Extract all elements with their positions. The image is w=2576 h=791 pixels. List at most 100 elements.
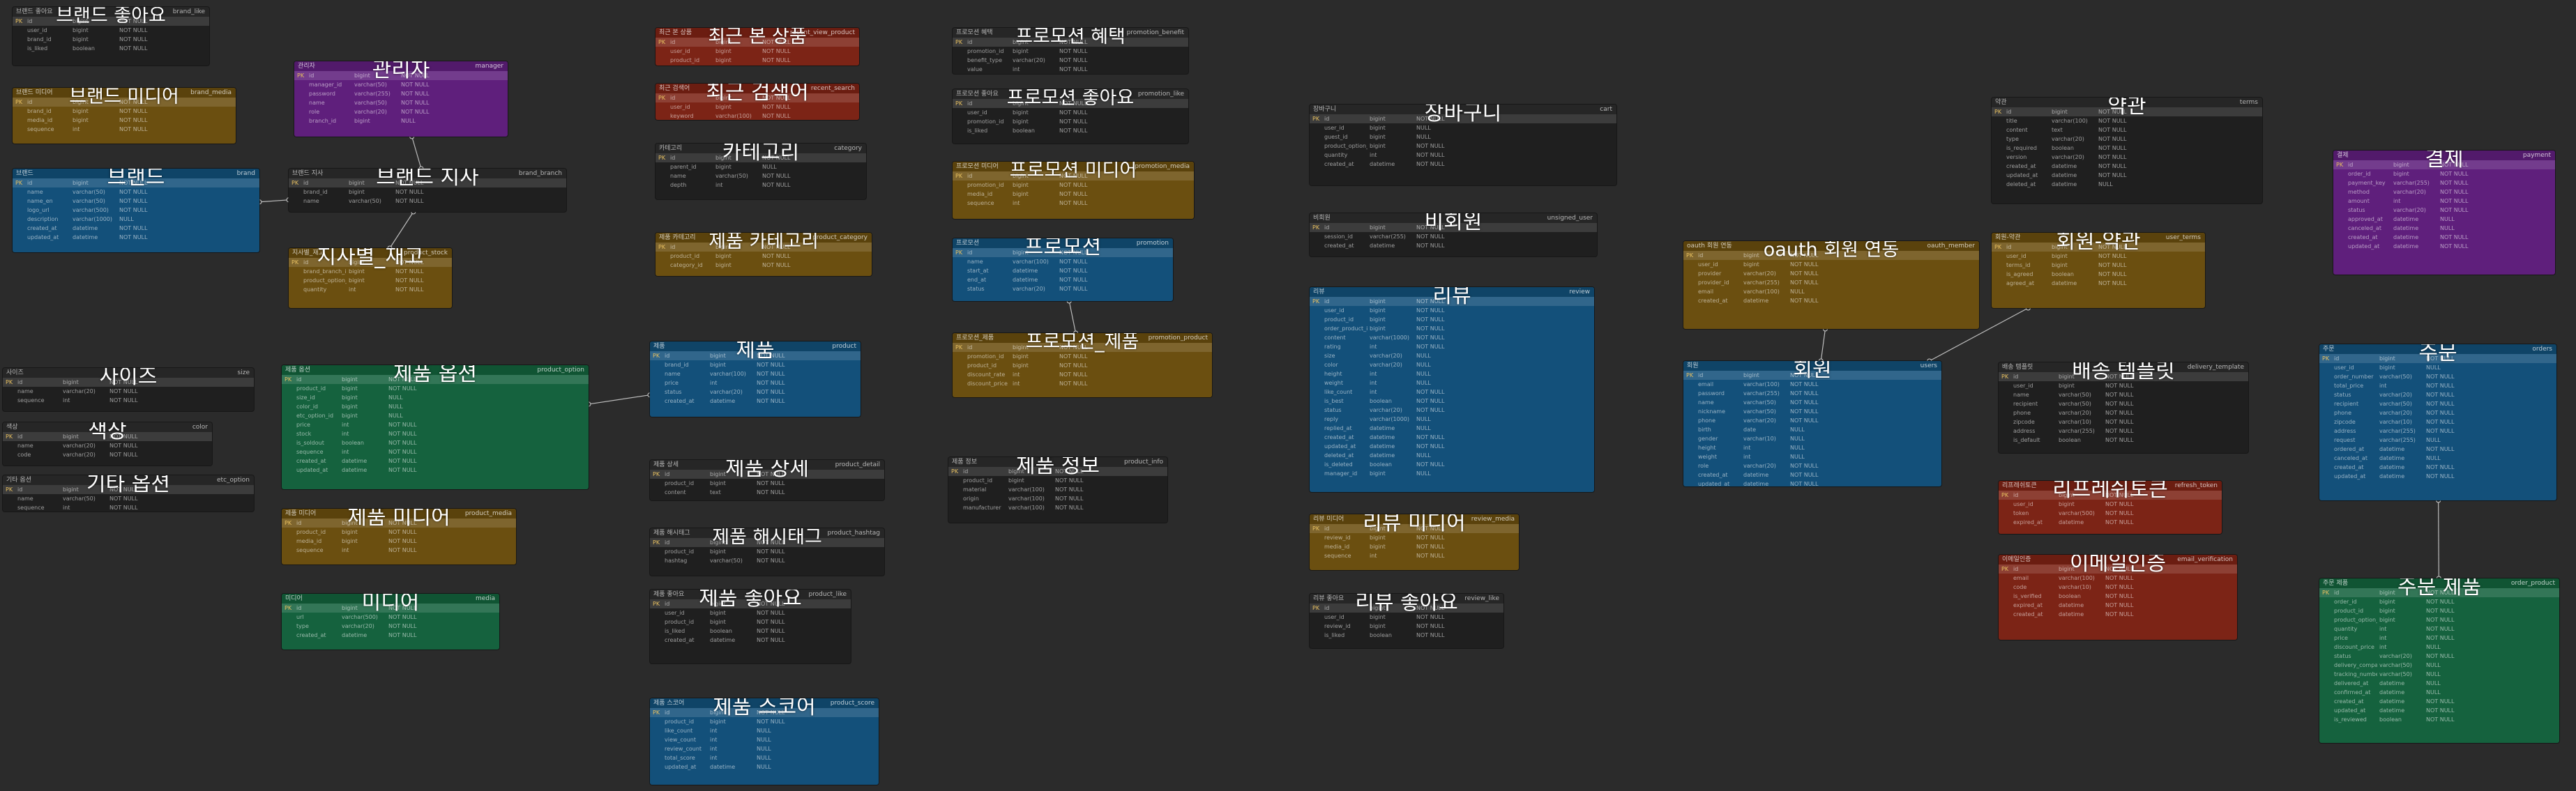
table-row[interactable]: brand_id bigint NOT NULL bbox=[13, 107, 236, 116]
table-row[interactable]: order_id bigint NOT NULL bbox=[2333, 169, 2555, 178]
table-row[interactable]: created_at datetime NOT NULL bbox=[1310, 241, 1597, 250]
table-row[interactable]: review_id bigint NOT NULL bbox=[1310, 533, 1519, 542]
table-row[interactable]: PK id bigint NOT NULL bbox=[3, 378, 254, 387]
table-header[interactable]: 프로모션_제품 promotion_product bbox=[953, 333, 1212, 343]
table-row[interactable]: updated_at datetime NOT NULL bbox=[2319, 706, 2559, 715]
table-row[interactable]: PK id bigint NOT NULL bbox=[1310, 524, 1519, 533]
table-row[interactable]: product_id bigint NOT NULL bbox=[650, 617, 851, 627]
table-row[interactable]: status varchar(20) NOT NULL bbox=[1310, 406, 1594, 415]
table-row[interactable]: address varchar(255) NOT NULL bbox=[2319, 427, 2556, 436]
table-row[interactable]: PK id bigint NOT NULL bbox=[282, 604, 499, 613]
table-row[interactable]: user_id bigint NOT NULL bbox=[1310, 306, 1594, 315]
table-row[interactable]: user_id bigint NOT NULL bbox=[656, 102, 859, 112]
table-row[interactable]: user_id bigint NOT NULL bbox=[1310, 613, 1503, 622]
table-row[interactable]: expired_at datetime NOT NULL bbox=[1999, 518, 2222, 527]
table-row[interactable]: price int NOT NULL bbox=[282, 420, 589, 429]
table-row[interactable]: title varchar(100) NOT NULL bbox=[1992, 116, 2262, 125]
table-row[interactable]: size varchar(20) NULL bbox=[1310, 351, 1594, 360]
table-row[interactable]: created_at datetime NOT NULL bbox=[13, 224, 259, 233]
table-row[interactable]: depth int NOT NULL bbox=[656, 181, 866, 190]
table-row[interactable]: address varchar(255) NOT NULL bbox=[1999, 427, 2248, 436]
table-row[interactable]: updated_at datetime NOT NULL bbox=[13, 233, 259, 242]
table-row[interactable]: discount_price int NOT NULL bbox=[953, 379, 1212, 388]
table-header[interactable]: 제품 좋아요 product_like bbox=[650, 590, 851, 599]
table-refresh-token[interactable]: 리프레쉬토큰 refresh_token PK id bigint NOT NULL use… bbox=[1999, 481, 2222, 534]
table-row[interactable]: material varchar(100) NOT NULL bbox=[948, 485, 1167, 494]
table-row[interactable]: tracking_number varchar(50) NULL bbox=[2319, 670, 2559, 679]
table-row[interactable]: phone varchar(20) NOT NULL bbox=[1683, 416, 1941, 425]
table-brand-media[interactable]: 브랜드 미디어 brand_media PK id bigint NOT NULL bran… bbox=[13, 88, 236, 144]
table-row[interactable]: product_id bigint NOT NULL bbox=[656, 56, 859, 65]
table-row[interactable]: sequence int NOT NULL bbox=[1310, 551, 1519, 560]
table-row[interactable]: PK id bigint NOT NULL bbox=[656, 93, 859, 102]
table-row[interactable]: created_at datetime NOT NULL bbox=[650, 397, 861, 406]
table-row[interactable]: order_product_id bigint NOT NULL bbox=[1310, 324, 1594, 333]
table-row[interactable]: delivery_companyvarchar(50) NULL bbox=[2319, 661, 2559, 670]
table-row[interactable]: total_score int NULL bbox=[650, 753, 879, 762]
table-row[interactable]: user_id bigint NULL bbox=[1310, 123, 1616, 132]
table-row[interactable]: parent_id bigint NULL bbox=[656, 162, 866, 171]
table-row[interactable]: brand_branch_id bigint NOT NULL bbox=[289, 267, 452, 276]
table-row[interactable]: agreed_at datetime NOT NULL bbox=[1992, 279, 2205, 288]
table-row[interactable]: created_at datetime NOT NULL bbox=[2319, 697, 2559, 706]
table-row[interactable]: updated_at datetime NULL bbox=[650, 762, 879, 771]
table-row[interactable]: gender varchar(10) NULL bbox=[1683, 434, 1941, 443]
table-size[interactable]: 사이즈 size PK id bigint NOT NULL name varchar(20)… bbox=[3, 368, 254, 411]
table-row[interactable]: PK id bigint NOT NULL bbox=[294, 71, 508, 80]
table-orders[interactable]: 주문 orders PK id bigint NOT NULL user_id bigint N… bbox=[2319, 344, 2556, 500]
table-row[interactable]: is_soldout boolean NOT NULL bbox=[282, 438, 589, 447]
table-row[interactable]: PK id bigint NOT NULL bbox=[289, 178, 566, 187]
table-product-like[interactable]: 제품 좋아요 product_like PK id bigint NOT NULL user… bbox=[650, 590, 851, 663]
table-header[interactable]: 제품 해시태그 product_hashtag bbox=[650, 528, 884, 538]
table-row[interactable]: role varchar(20) NOT NULL bbox=[294, 107, 508, 116]
table-row[interactable]: is_liked boolean NOT NULL bbox=[13, 44, 209, 53]
table-row[interactable]: quantity int NOT NULL bbox=[2319, 624, 2559, 633]
table-row[interactable]: PK id bigint NOT NULL bbox=[953, 171, 1194, 181]
table-row[interactable]: phone varchar(20) NOT NULL bbox=[2319, 408, 2556, 417]
table-row[interactable]: ordered_at datetime NOT NULL bbox=[2319, 445, 2556, 454]
table-oauth-member[interactable]: oauth 회원 연동 oauth_member PK id bigint NOT NUL… bbox=[1683, 241, 1979, 329]
table-row[interactable]: hashtag varchar(50) NOT NULL bbox=[650, 556, 884, 565]
table-row[interactable]: category_id bigint NOT NULL bbox=[656, 261, 872, 270]
table-row[interactable]: name varchar(100) NOT NULL bbox=[953, 257, 1173, 266]
table-row[interactable]: created_at datetime NOT NULL bbox=[1310, 433, 1594, 442]
table-header[interactable]: 기타 옵션 etc_option bbox=[3, 475, 254, 485]
table-row[interactable]: password varchar(255) NOT NULL bbox=[1683, 389, 1941, 398]
table-user-terms[interactable]: 회원-약관 user_terms PK id bigint NOT NULL user_id… bbox=[1992, 233, 2205, 308]
table-row[interactable]: created_at datetime NOT NULL bbox=[2319, 463, 2556, 472]
table-row[interactable]: PK id bigint NOT NULL bbox=[13, 98, 236, 107]
table-product-media[interactable]: 제품 미디어 product_media PK id bigint NOT NULL pro… bbox=[282, 509, 516, 565]
table-row[interactable]: email varchar(100) NOT NULL bbox=[1683, 380, 1941, 389]
table-row[interactable]: recipient varchar(50) NOT NULL bbox=[2319, 399, 2556, 408]
table-row[interactable]: updated_at datetime NOT NULL bbox=[1310, 442, 1594, 451]
table-row[interactable]: is_agreed boolean NOT NULL bbox=[1992, 270, 2205, 279]
table-row[interactable]: total_price int NOT NULL bbox=[2319, 381, 2556, 390]
table-review[interactable]: 리뷰 review PK id bigint NOT NULL user_id bigint N… bbox=[1310, 287, 1594, 492]
table-row[interactable]: PK id bigint NOT NULL bbox=[953, 248, 1173, 257]
table-row[interactable]: product_id bigint NOT NULL bbox=[650, 717, 879, 726]
table-row[interactable]: manager_id varchar(50) NOT NULL bbox=[294, 80, 508, 89]
table-row[interactable]: promotion_id bigint NOT NULL bbox=[953, 47, 1188, 56]
table-row[interactable]: reply varchar(1000) NULL bbox=[1310, 415, 1594, 424]
table-row[interactable]: session_id varchar(255) NOT NULL bbox=[1310, 232, 1597, 241]
table-header[interactable]: 프로모션 혜택 promotion_benefit bbox=[953, 28, 1188, 38]
table-row[interactable]: height int NULL bbox=[1310, 369, 1594, 378]
table-header[interactable]: 제품 미디어 product_media bbox=[282, 509, 516, 519]
table-product-category[interactable]: 제품 카테고리 product_category PK id bigint NOT NUL… bbox=[656, 233, 872, 276]
table-row[interactable]: role varchar(20) NOT NULL bbox=[1683, 461, 1941, 470]
table-row[interactable]: product_id bigint NOT NULL bbox=[953, 361, 1212, 370]
table-row[interactable]: user_id bigint NOT NULL bbox=[650, 608, 851, 617]
table-row[interactable]: sequence int NOT NULL bbox=[953, 199, 1194, 208]
table-row[interactable]: review_id bigint NOT NULL bbox=[1310, 622, 1503, 631]
table-row[interactable]: nickname varchar(50) NOT NULL bbox=[1683, 407, 1941, 416]
table-row[interactable]: updated_at datetime NOT NULL bbox=[2319, 472, 2556, 481]
table-row[interactable]: status varchar(20) NOT NULL bbox=[2319, 652, 2559, 661]
table-row[interactable]: status varchar(20) NOT NULL bbox=[2319, 390, 2556, 399]
table-product-stock[interactable]: 지사별_재고 product_stock PK id bigint NOT NULL bra… bbox=[289, 248, 452, 308]
table-header[interactable]: 리뷰 미디어 review_media bbox=[1310, 514, 1519, 524]
table-row[interactable]: updated_at datetime NOT NULL bbox=[1683, 479, 1941, 486]
table-row[interactable]: name varchar(20) NOT NULL bbox=[3, 441, 212, 450]
table-row[interactable]: price int NOT NULL bbox=[650, 378, 861, 387]
table-row[interactable]: view_count int NULL bbox=[650, 735, 879, 744]
table-row[interactable]: terms_id bigint NOT NULL bbox=[1992, 261, 2205, 270]
